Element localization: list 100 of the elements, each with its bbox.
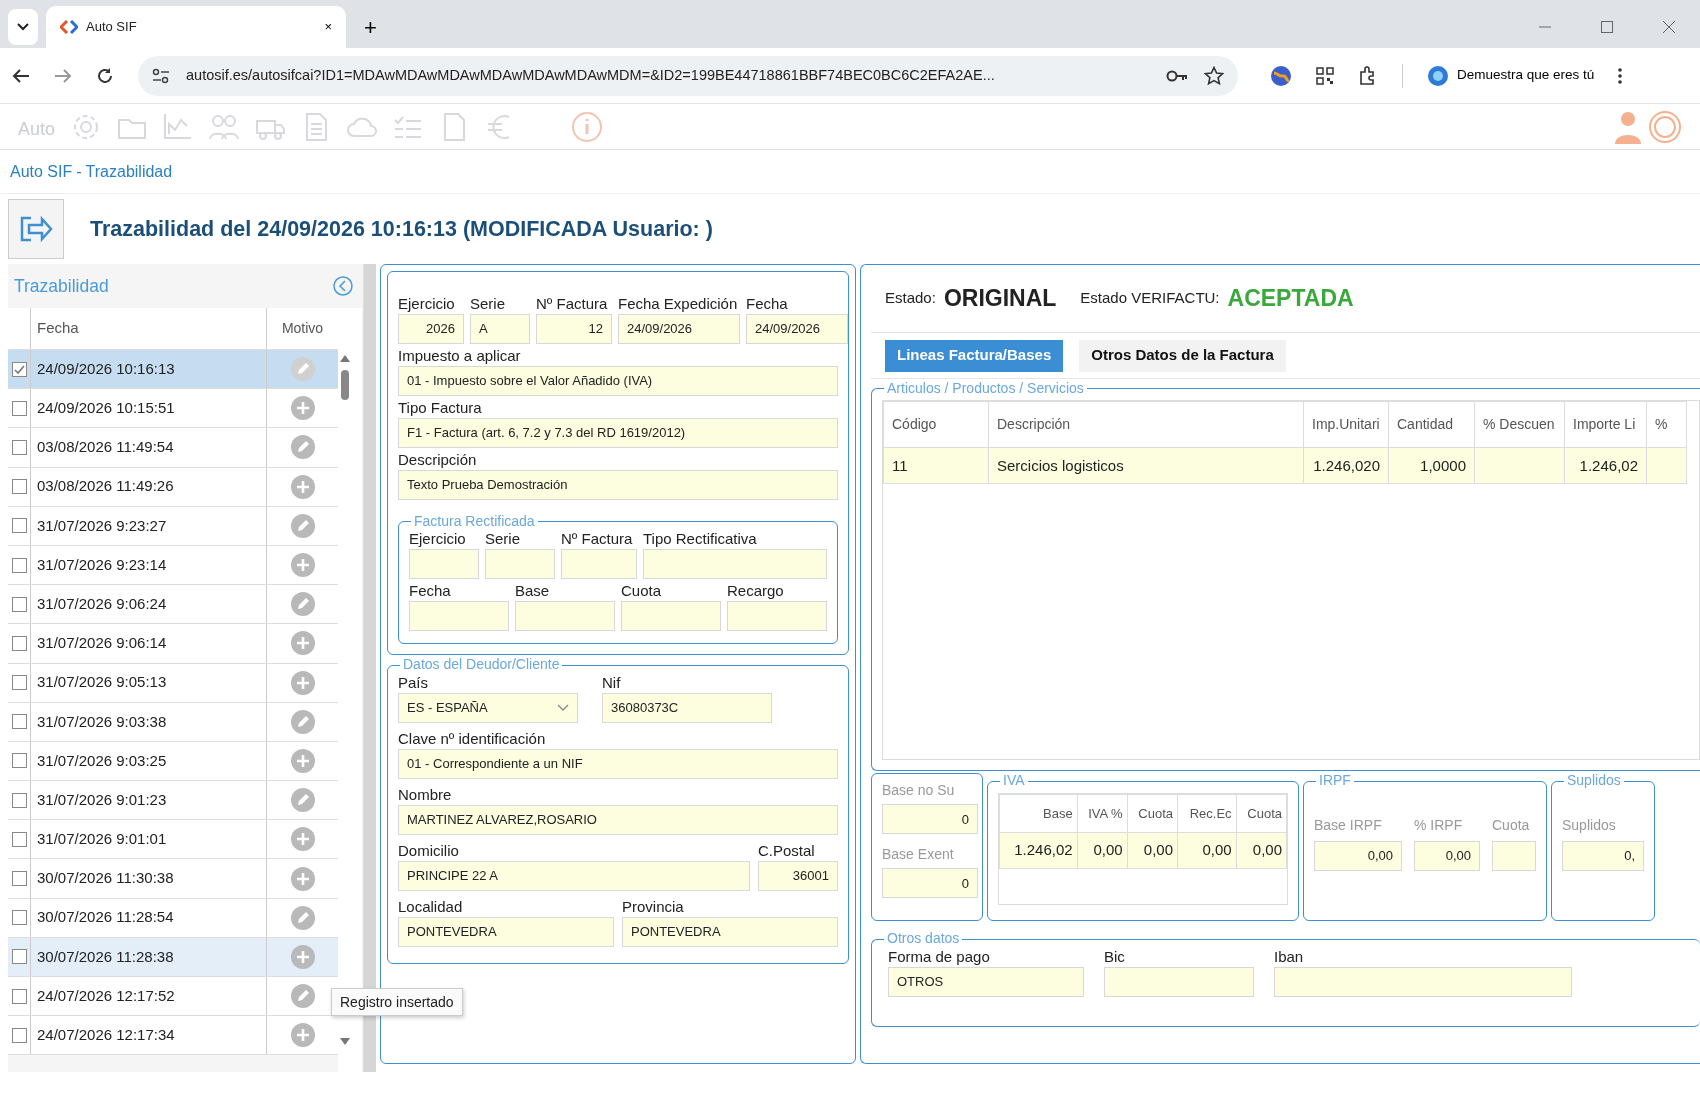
dropdown[interactable]: ES - ESPAÑA [398, 692, 578, 723]
input-field[interactable]: 0,00 [1314, 840, 1402, 871]
input-field[interactable] [643, 549, 827, 580]
history-row[interactable]: 31/07/2026 9:23:14 [8, 545, 338, 586]
field-label: Provincia [622, 896, 685, 917]
checkbox[interactable] [11, 400, 27, 416]
input-field[interactable]: 24/09/2026 [746, 314, 848, 344]
chevron-down-icon [17, 23, 29, 31]
checkbox[interactable] [11, 792, 27, 808]
checkbox[interactable] [11, 518, 27, 534]
checkbox[interactable] [11, 988, 27, 1004]
key-button[interactable] [1166, 68, 1188, 83]
history-row[interactable]: 31/07/2026 9:03:25 [8, 741, 338, 782]
input-field[interactable] [1104, 966, 1254, 997]
input-field[interactable] [727, 601, 827, 632]
input-field[interactable]: 24/09/2026 [618, 314, 740, 344]
input-field[interactable]: PONTEVEDRA [622, 916, 838, 947]
history-row[interactable]: 31/07/2026 9:06:14 [8, 624, 338, 664]
checkbox[interactable] [11, 361, 27, 377]
status-label: Estado: [885, 288, 936, 309]
tab[interactable]: Otros Datos de la Factura [1079, 339, 1286, 372]
close-tab-button[interactable]: × [324, 17, 332, 37]
checkbox[interactable] [11, 1027, 27, 1043]
input-field[interactable]: OTROS [888, 966, 1084, 997]
input-field[interactable]: 36080373C [602, 692, 772, 723]
checkbox[interactable] [11, 596, 27, 612]
user-button[interactable] [1614, 109, 1644, 144]
field-label: Cuota [1492, 815, 1531, 835]
history-row[interactable]: 31/07/2026 9:01:23 [8, 781, 338, 821]
info-icon [571, 110, 604, 143]
history-row[interactable]: 31/07/2026 9:01:01 [8, 820, 338, 860]
input-field[interactable]: PRINCIPE 22 A [398, 860, 750, 891]
input-field[interactable] [409, 549, 479, 580]
input-field[interactable]: Texto Prueba Demostración [398, 470, 838, 500]
maximize-button[interactable] [1600, 20, 1614, 34]
history-row[interactable]: 03/08/2026 11:49:26 [8, 467, 338, 507]
history-row[interactable]: 30/07/2026 11:28:54 [8, 898, 338, 938]
history-row[interactable]: 30/07/2026 11:30:38 [8, 859, 338, 899]
forward-button[interactable] [54, 67, 72, 84]
field-label: Cuota [621, 581, 663, 602]
field-label: Suplidos [1562, 815, 1617, 835]
tab-list-button[interactable] [8, 9, 38, 45]
checkbox[interactable] [11, 714, 27, 730]
reload-button[interactable] [96, 66, 114, 85]
input-field[interactable]: 01 - Correspondiente a un NIF [398, 748, 838, 779]
history-row[interactable]: 31/07/2026 9:05:13 [8, 663, 338, 703]
history-row[interactable]: 03/08/2026 11:49:54 [8, 428, 338, 468]
checkbox[interactable] [11, 949, 27, 965]
input-field[interactable]: 0,00 [1414, 840, 1480, 871]
input-field[interactable] [621, 601, 721, 632]
checkbox[interactable] [11, 871, 27, 887]
input-field[interactable]: 12 [536, 314, 612, 344]
group-title: Articulos / Productos / Servicios [886, 381, 1085, 397]
checkbox[interactable] [11, 753, 27, 769]
group-title: IRPF [1318, 774, 1352, 789]
checkbox[interactable] [11, 635, 27, 651]
input-field[interactable]: A [470, 314, 530, 344]
history-row[interactable]: 31/07/2026 9:06:24 [8, 585, 338, 625]
history-row[interactable]: 24/09/2026 10:15:51 [8, 389, 338, 429]
input-field[interactable]: 0, [1562, 840, 1644, 871]
profile-button[interactable]: Demuestra que eres tú [1427, 55, 1595, 96]
site-settings-button[interactable] [152, 67, 170, 84]
new-tab-button[interactable]: + [364, 10, 377, 44]
history-row[interactable]: 24/09/2026 10:16:13 [8, 350, 338, 390]
input-field[interactable]: 01 - Impuesto sobre el Valor Añadido (IVA) [398, 366, 838, 396]
qr-code-button[interactable] [1316, 66, 1334, 85]
browser-tab[interactable]: Auto SIF × [46, 6, 346, 48]
checkbox[interactable] [11, 831, 27, 847]
input-field[interactable]: 0 [882, 868, 978, 899]
input-field[interactable]: 36001 [758, 860, 838, 891]
input-field[interactable]: F1 - Factura (art. 6, 7.2 y 7.3 del RD 1619/2012) [398, 418, 838, 448]
input-field[interactable] [409, 601, 509, 632]
input-field[interactable]: 2026 [398, 314, 464, 344]
history-row[interactable]: 31/07/2026 9:23:27 [8, 506, 338, 546]
history-row[interactable]: 24/07/2026 12:17:52 [8, 977, 338, 1017]
history-row[interactable]: 30/07/2026 11:28:38 [8, 937, 338, 977]
input-field[interactable] [515, 601, 615, 632]
checkbox[interactable] [11, 675, 27, 691]
breadcrumb-link[interactable]: Auto SIF [10, 159, 73, 184]
input-field[interactable]: 0 [882, 804, 978, 835]
input-field[interactable] [561, 549, 637, 580]
input-field[interactable] [1492, 840, 1536, 871]
input-field[interactable]: MARTINEZ ALVAREZ,ROSARIO [398, 804, 838, 835]
more-menu-button[interactable] [1618, 67, 1623, 84]
input-field[interactable] [485, 549, 555, 580]
table-cell: 11 [883, 447, 989, 484]
input-field[interactable] [1274, 966, 1572, 997]
close-button[interactable] [1662, 20, 1676, 34]
checkbox[interactable] [11, 439, 27, 455]
input-field[interactable]: PONTEVEDRA [398, 916, 614, 947]
collapse-button[interactable] [333, 276, 353, 296]
back-button[interactable] [12, 67, 30, 84]
history-row[interactable]: 31/07/2026 9:03:38 [8, 702, 338, 742]
field-label: Nif [602, 672, 622, 693]
checkbox[interactable] [11, 479, 27, 495]
checkbox[interactable] [11, 910, 27, 926]
star-button[interactable] [1204, 65, 1224, 86]
tab[interactable]: Lineas Factura/Bases [885, 339, 1064, 372]
checkbox[interactable] [11, 557, 27, 573]
history-row[interactable]: 24/07/2026 12:17:34 [8, 1016, 338, 1056]
